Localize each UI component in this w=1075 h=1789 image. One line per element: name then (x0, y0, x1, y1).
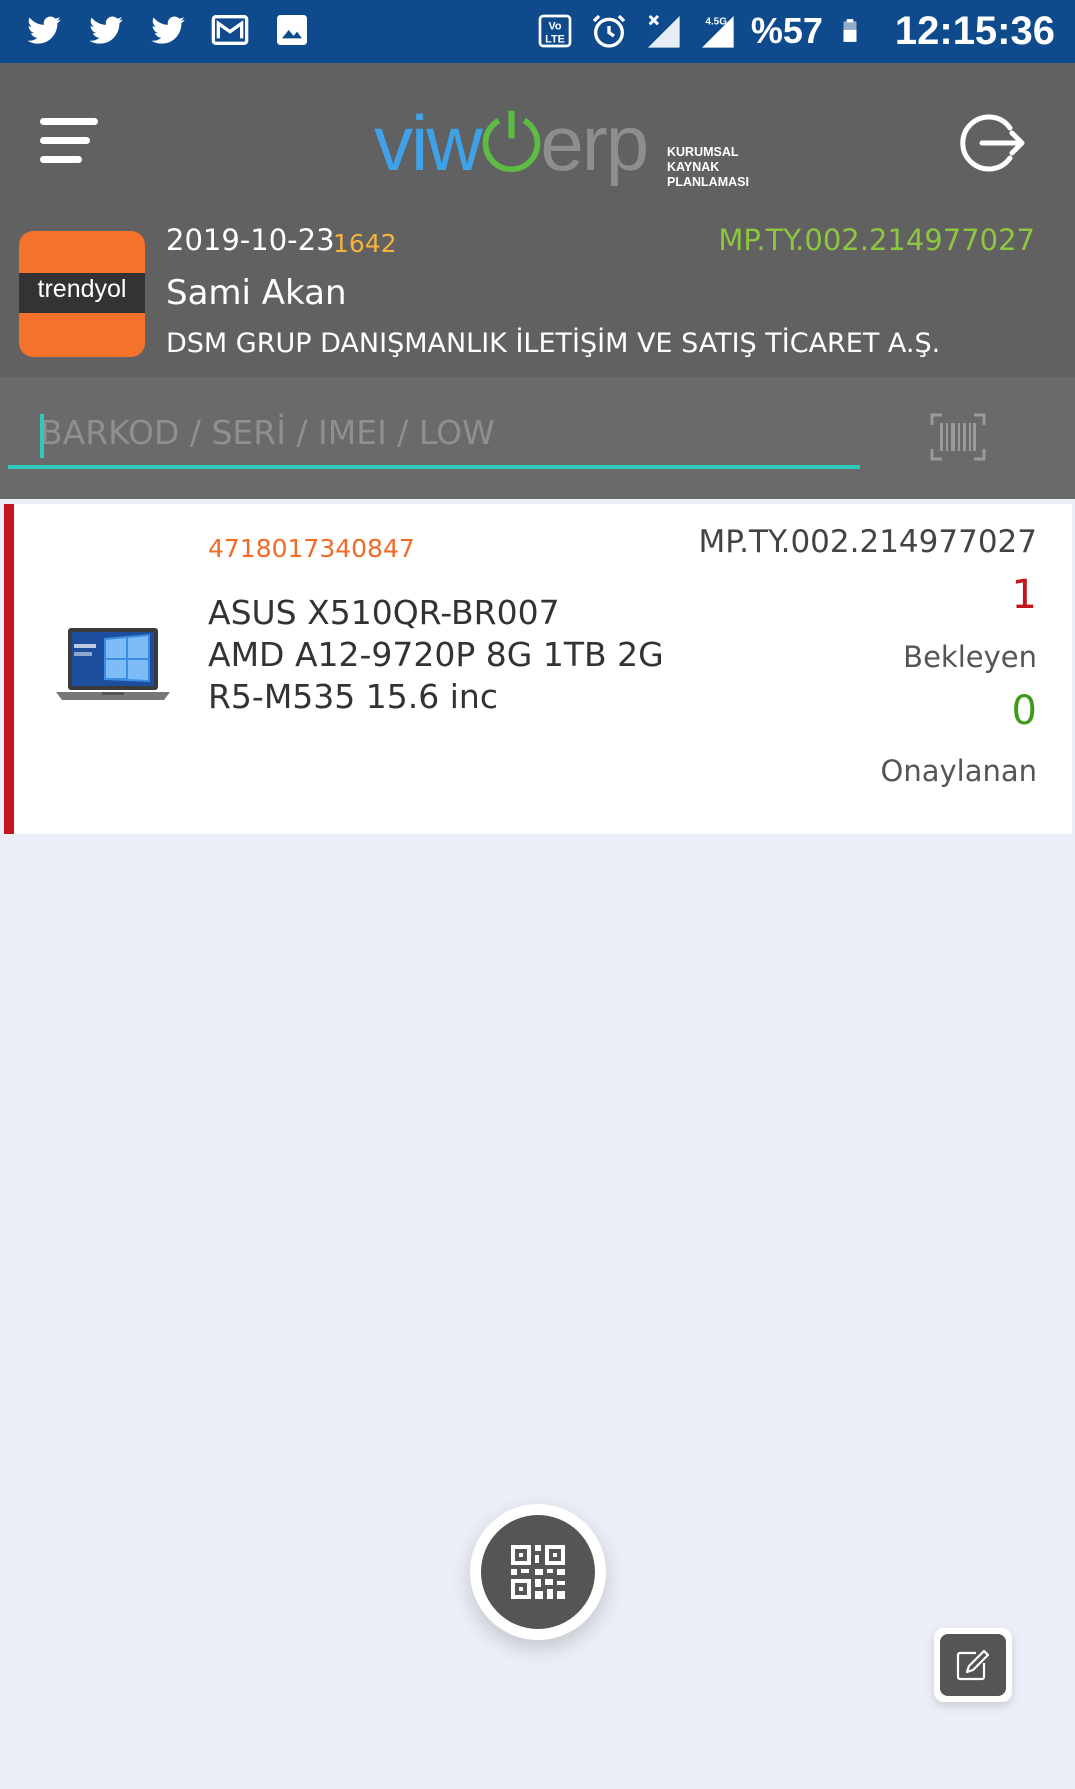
logo-tagline-1: KURUMSAL (667, 145, 739, 159)
status-bar: Vo LTE 4.5G %57 12:15:36 (0, 0, 1075, 63)
viwo-erp-logo: viw⏻erp KURUMSAL KAYNAK PLANLAMASI (374, 93, 774, 203)
company-name: DSM GRUP DANIŞMANLIK İLETİŞİM VE SATIŞ T… (166, 328, 941, 359)
power-icon: ⏻ (480, 99, 543, 187)
twitter-icon (27, 16, 61, 44)
battery-percent: %57 (750, 10, 823, 51)
product-title-line: ASUS X510QR-BR007 (208, 593, 560, 632)
logout-button[interactable] (958, 108, 1028, 178)
alarm-icon (592, 14, 625, 48)
barcode-scan-icon[interactable] (930, 413, 986, 461)
product-title-line: AMD A12-9720P 8G 1TB 2G (208, 635, 664, 674)
logo-tagline-3: PLANLAMASI (667, 175, 749, 189)
logo-tagline-2: KAYNAK (667, 160, 720, 174)
qr-scan-button[interactable] (470, 1504, 606, 1640)
text-caret (40, 414, 44, 458)
svg-text:Vo: Vo (548, 20, 561, 32)
qr-scan-button-inner (481, 1515, 595, 1629)
svg-text:4.5G: 4.5G (705, 16, 727, 27)
product-title-line: R5-M535 15.6 inc (208, 677, 498, 716)
store-logo-name: trendyol (37, 275, 127, 303)
order-code: MP.TY.002.214977027 (718, 223, 1035, 257)
gmail-icon (211, 15, 249, 45)
product-order-code: MP.TY.002.214977027 (698, 524, 1037, 560)
logo-tagline: KURUMSAL KAYNAK PLANLAMASI (667, 145, 749, 190)
product-barcode: 4718017340847 (208, 534, 415, 563)
store-logo-com: .com (109, 265, 131, 276)
logo-wordmark: viw⏻erp (374, 93, 649, 193)
product-title: ASUS X510QR-BR007 AMD A12-9720P 8G 1TB 2… (208, 592, 678, 718)
logo-erp: erp (540, 99, 649, 187)
order-number: 1642 (333, 229, 397, 258)
signal-4g-icon: 4.5G (701, 16, 734, 48)
image-icon (277, 15, 307, 45)
barcode-search-input[interactable] (8, 407, 860, 469)
logo-viw: viw (374, 99, 483, 187)
signal-no-service-icon (647, 14, 680, 48)
notification-icons (22, 10, 314, 50)
approved-label: Onaylanan (880, 754, 1038, 788)
menu-icon (40, 118, 98, 125)
system-indicators: Vo LTE 4.5G %57 12:15:36 (535, 8, 1055, 54)
twitter-icon (89, 16, 123, 44)
menu-icon-line (40, 156, 82, 163)
clock: 12:15:36 (894, 8, 1055, 53)
edit-button-inner (940, 1634, 1006, 1696)
menu-button[interactable] (40, 113, 106, 167)
pending-label: Bekleyen (903, 640, 1037, 674)
approved-count: 0 (1011, 688, 1037, 734)
customer-name: Sami Akan (166, 273, 347, 313)
order-date: 2019-10-23 (166, 223, 335, 257)
battery-icon (843, 19, 857, 42)
twitter-icon (151, 16, 185, 44)
product-card[interactable]: 4718017340847 ASUS X510QR-BR007 AMD A12-… (4, 504, 1072, 834)
edit-icon (956, 1649, 990, 1681)
app-header: viw⏻erp KURUMSAL KAYNAK PLANLAMASI trend… (0, 63, 1075, 377)
edit-button[interactable] (934, 1628, 1012, 1702)
store-logo: trendyol .com (19, 231, 145, 357)
laptop-image (56, 628, 170, 700)
volte-icon: Vo LTE (538, 14, 572, 48)
search-bar (0, 377, 1075, 499)
pending-count: 1 (1011, 572, 1037, 618)
menu-icon-line (40, 137, 90, 144)
svg-text:LTE: LTE (545, 34, 565, 46)
qr-code-icon (511, 1545, 565, 1599)
